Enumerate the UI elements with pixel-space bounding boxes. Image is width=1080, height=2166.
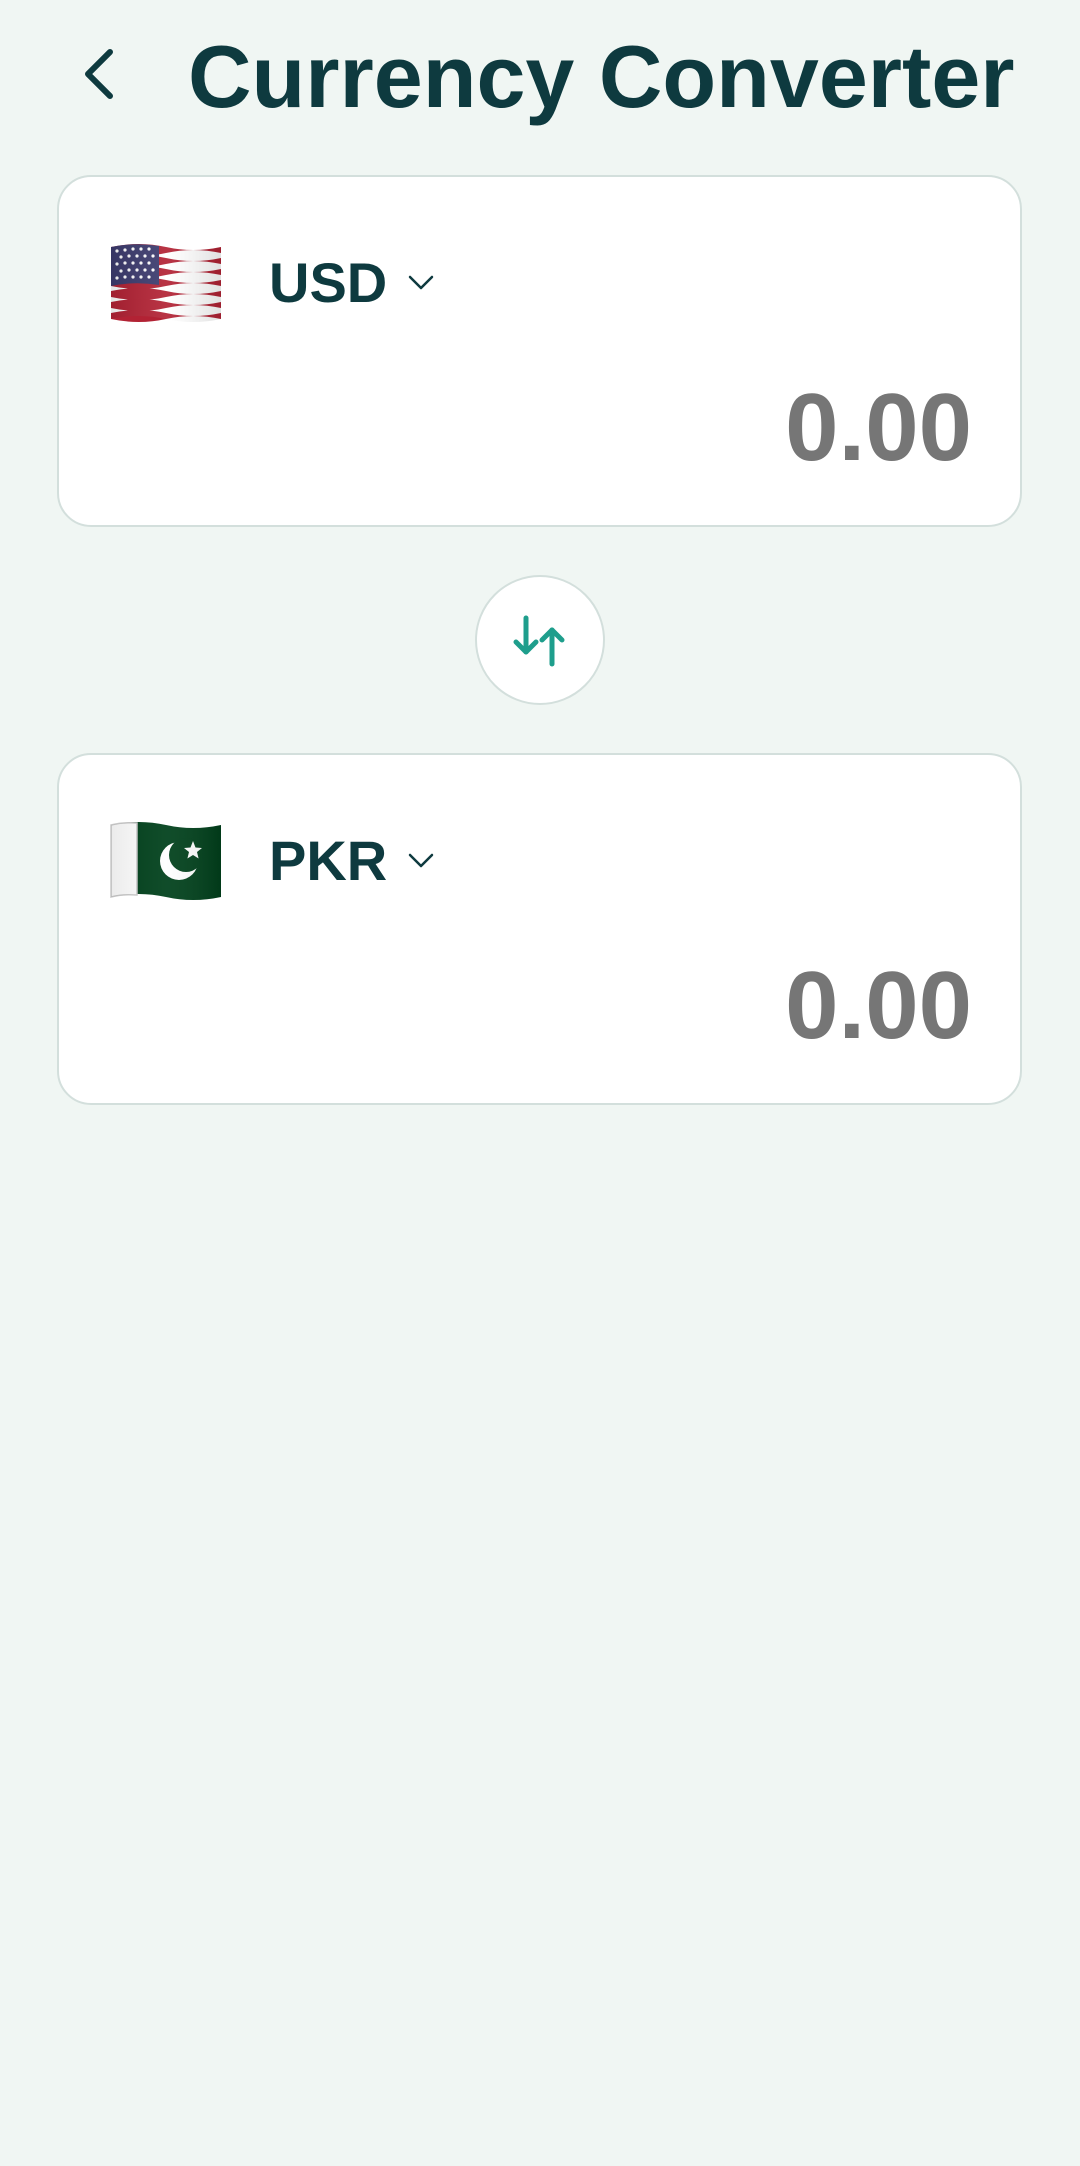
back-button[interactable] [62,32,134,116]
to-currency-code: PKR [269,829,388,892]
page-title: Currency Converter [188,27,1015,126]
chevron-down-icon [407,274,435,292]
from-amount-input[interactable]: 0.00 [785,373,972,483]
to-currency-card: PKR 0.00 [57,753,1022,1105]
from-currency-code: USD [269,251,388,314]
pakistan-flag-icon [109,817,223,903]
chevron-down-icon [407,852,435,870]
us-flag-icon [109,239,223,325]
app-header: Currency Converter [0,0,1080,160]
to-currency-selector[interactable]: PKR [269,819,435,903]
swap-vertical-icon [513,615,565,667]
from-currency-card: USD 0.00 [57,175,1022,527]
from-currency-selector[interactable]: USD [269,241,435,325]
swap-currencies-button[interactable] [475,575,605,705]
chevron-left-icon [85,49,113,99]
to-amount-display[interactable]: 0.00 [785,951,972,1061]
